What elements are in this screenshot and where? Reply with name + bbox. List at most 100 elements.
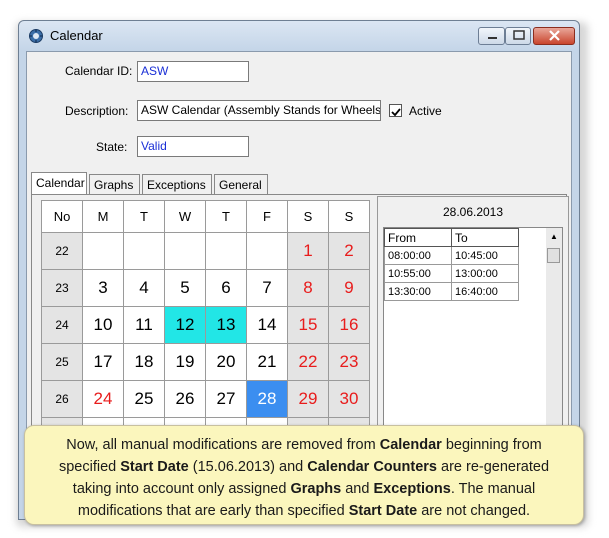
day-cell-highlighted[interactable]: 13	[205, 306, 247, 344]
day-cell[interactable]: 5	[164, 269, 206, 307]
week-number: 22	[41, 232, 83, 270]
tab-calendar[interactable]: Calendar	[31, 172, 87, 194]
calendar-app-icon	[29, 29, 43, 43]
info-callout: Now, all manual modifications are remove…	[24, 425, 584, 525]
to-cell: 10:45:00	[451, 246, 519, 265]
title-bar[interactable]: Calendar	[19, 21, 579, 49]
header-sun: S	[328, 200, 370, 233]
from-cell: 13:30:00	[384, 282, 452, 301]
day-cell[interactable]: 7	[246, 269, 288, 307]
header-sat: S	[287, 200, 329, 233]
minimize-button[interactable]	[478, 27, 505, 45]
day-cell[interactable]	[246, 232, 288, 270]
header-thu: T	[205, 200, 247, 233]
day-cell[interactable]: 18	[123, 343, 165, 381]
day-cell-highlighted[interactable]: 12	[164, 306, 206, 344]
week-row: 25 17 18 19 20 21 22 23	[41, 343, 370, 381]
day-cell-holiday[interactable]: 24	[82, 380, 124, 418]
to-cell: 16:40:00	[451, 282, 519, 301]
day-cell[interactable]: 15	[287, 306, 329, 344]
from-header[interactable]: From	[384, 228, 452, 247]
maximize-icon	[513, 30, 525, 40]
callout-text: and	[341, 481, 374, 497]
day-cell[interactable]: 8	[287, 269, 329, 307]
day-cell[interactable]: 27	[205, 380, 247, 418]
day-cell[interactable]: 11	[123, 306, 165, 344]
day-cell[interactable]: 19	[164, 343, 206, 381]
day-cell[interactable]: 29	[287, 380, 329, 418]
active-checkbox[interactable]	[389, 104, 402, 117]
day-cell[interactable]: 14	[246, 306, 288, 344]
week-number: 24	[41, 306, 83, 344]
schedule-panel: 28.06.2013 From To 08:00:00 10:45:00 10:…	[377, 196, 569, 451]
calendar-grid: No M T W T F S S 22 1 2 23 3 4 5 6 7 8 9…	[41, 200, 370, 432]
close-button[interactable]	[533, 27, 575, 45]
to-header[interactable]: To	[451, 228, 519, 247]
table-row[interactable]: 10:55:00 13:00:00	[384, 264, 519, 283]
description-label: Description:	[65, 104, 129, 118]
day-cell[interactable]: 10	[82, 306, 124, 344]
vertical-scrollbar[interactable]: ▲	[546, 228, 562, 446]
day-cell[interactable]: 17	[82, 343, 124, 381]
day-cell[interactable]: 30	[328, 380, 370, 418]
week-row: 23 3 4 5 6 7 8 9	[41, 269, 370, 307]
day-cell[interactable]	[82, 232, 124, 270]
table-row[interactable]: 08:00:00 10:45:00	[384, 246, 519, 265]
week-number: 25	[41, 343, 83, 381]
maximize-button[interactable]	[505, 27, 531, 45]
callout-text: (15.06.2013) and	[188, 459, 308, 475]
close-icon	[549, 30, 560, 41]
day-cell[interactable]: 1	[287, 232, 329, 270]
day-cell[interactable]: 23	[328, 343, 370, 381]
tab-general[interactable]: General	[214, 174, 268, 194]
callout-bold: Start Date	[348, 503, 418, 519]
calendar-header-row: No M T W T F S S	[41, 200, 370, 233]
tab-graphs[interactable]: Graphs	[89, 174, 140, 194]
day-cell[interactable]: 16	[328, 306, 370, 344]
day-cell-selected[interactable]: 28	[246, 380, 288, 418]
day-cell[interactable]: 9	[328, 269, 370, 307]
state-label: State:	[96, 140, 128, 154]
callout-bold: Exceptions	[373, 481, 451, 497]
callout-bold: Graphs	[290, 481, 342, 497]
schedule-date: 28.06.2013	[442, 205, 504, 219]
from-cell: 08:00:00	[384, 246, 452, 265]
day-cell[interactable]: 20	[205, 343, 247, 381]
day-cell[interactable]: 3	[82, 269, 124, 307]
table-row[interactable]: 13:30:00 16:40:00	[384, 282, 519, 301]
header-tue: T	[123, 200, 165, 233]
scrollbar-thumb[interactable]	[547, 248, 560, 263]
state-field[interactable]: Valid	[137, 136, 249, 157]
window-title: Calendar	[50, 28, 103, 43]
header-wed: W	[164, 200, 206, 233]
header-no: No	[41, 200, 83, 233]
checkmark-icon	[391, 108, 401, 117]
week-number: 26	[41, 380, 83, 418]
week-row: 22 1 2	[41, 232, 370, 270]
day-cell[interactable]: 4	[123, 269, 165, 307]
week-row: 26 24 25 26 27 28 29 30	[41, 380, 370, 418]
callout-bold: Start Date	[120, 459, 189, 475]
callout-bold: Calendar	[379, 437, 442, 453]
day-cell[interactable]: 22	[287, 343, 329, 381]
minimize-icon	[488, 37, 497, 39]
from-cell: 10:55:00	[384, 264, 452, 283]
active-label: Active	[409, 104, 442, 118]
callout-bold: Calendar Counters	[307, 459, 437, 475]
callout-text: Now, all manual modifications are remove…	[66, 437, 380, 453]
calendar-id-field[interactable]: ASW	[137, 61, 249, 82]
day-cell[interactable]: 26	[164, 380, 206, 418]
day-cell[interactable]	[205, 232, 247, 270]
schedule-table: From To 08:00:00 10:45:00 10:55:00 13:00…	[383, 227, 563, 447]
day-cell[interactable]: 2	[328, 232, 370, 270]
day-cell[interactable]: 6	[205, 269, 247, 307]
to-cell: 13:00:00	[451, 264, 519, 283]
day-cell[interactable]	[123, 232, 165, 270]
description-field[interactable]: ASW Calendar (Assembly Stands for Wheels…	[137, 100, 381, 121]
day-cell[interactable]: 25	[123, 380, 165, 418]
scroll-up-icon[interactable]: ▲	[550, 232, 558, 241]
header-mon: M	[82, 200, 124, 233]
day-cell[interactable]: 21	[246, 343, 288, 381]
day-cell[interactable]	[164, 232, 206, 270]
tab-exceptions[interactable]: Exceptions	[142, 174, 212, 194]
